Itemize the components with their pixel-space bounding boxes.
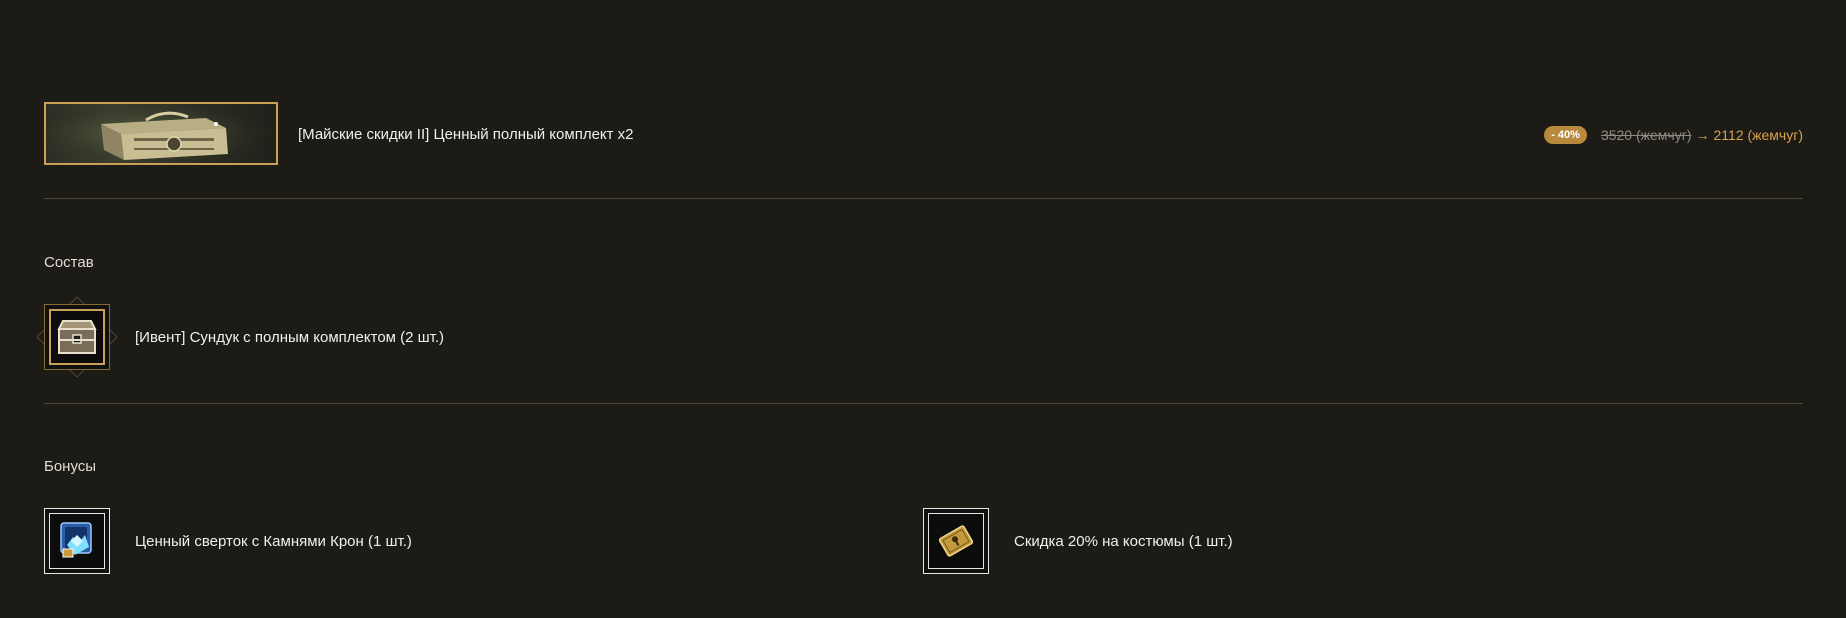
bonus-item-label: Ценный сверток с Камнями Крон (1 шт.) — [135, 533, 412, 550]
composition-item-label: [Ивент] Сундук с полным комплектом (2 шт… — [135, 329, 445, 346]
gem-box-icon — [49, 513, 105, 569]
bonus-item-icon-frame[interactable] — [923, 508, 989, 574]
ornate-chest-icon — [46, 104, 276, 163]
divider — [44, 198, 1803, 199]
old-price: 3520 (жемчуг) — [1600, 126, 1692, 143]
discount-badge: - 40% — [1544, 126, 1587, 144]
price-block: - 40% 3520 (жемчуг) → 2112 (жемчуг) — [1544, 126, 1803, 144]
new-price: 2112 (жемчуг) — [1713, 126, 1804, 143]
composition-item-icon-frame[interactable] — [44, 304, 110, 370]
product-name: [Майские скидки II] Ценный полный компле… — [298, 126, 634, 143]
coupon-icon — [928, 513, 984, 569]
bonus-item-icon-frame[interactable] — [44, 508, 110, 574]
bonus-item-label: Скидка 20% на костюмы (1 шт.) — [1014, 533, 1233, 550]
divider — [44, 403, 1803, 404]
composition-title: Состав — [44, 254, 94, 271]
product-thumbnail — [44, 102, 278, 165]
bonuses-title: Бонусы — [44, 458, 97, 475]
price-arrow: → — [1695, 126, 1710, 143]
chest-icon — [49, 309, 105, 365]
